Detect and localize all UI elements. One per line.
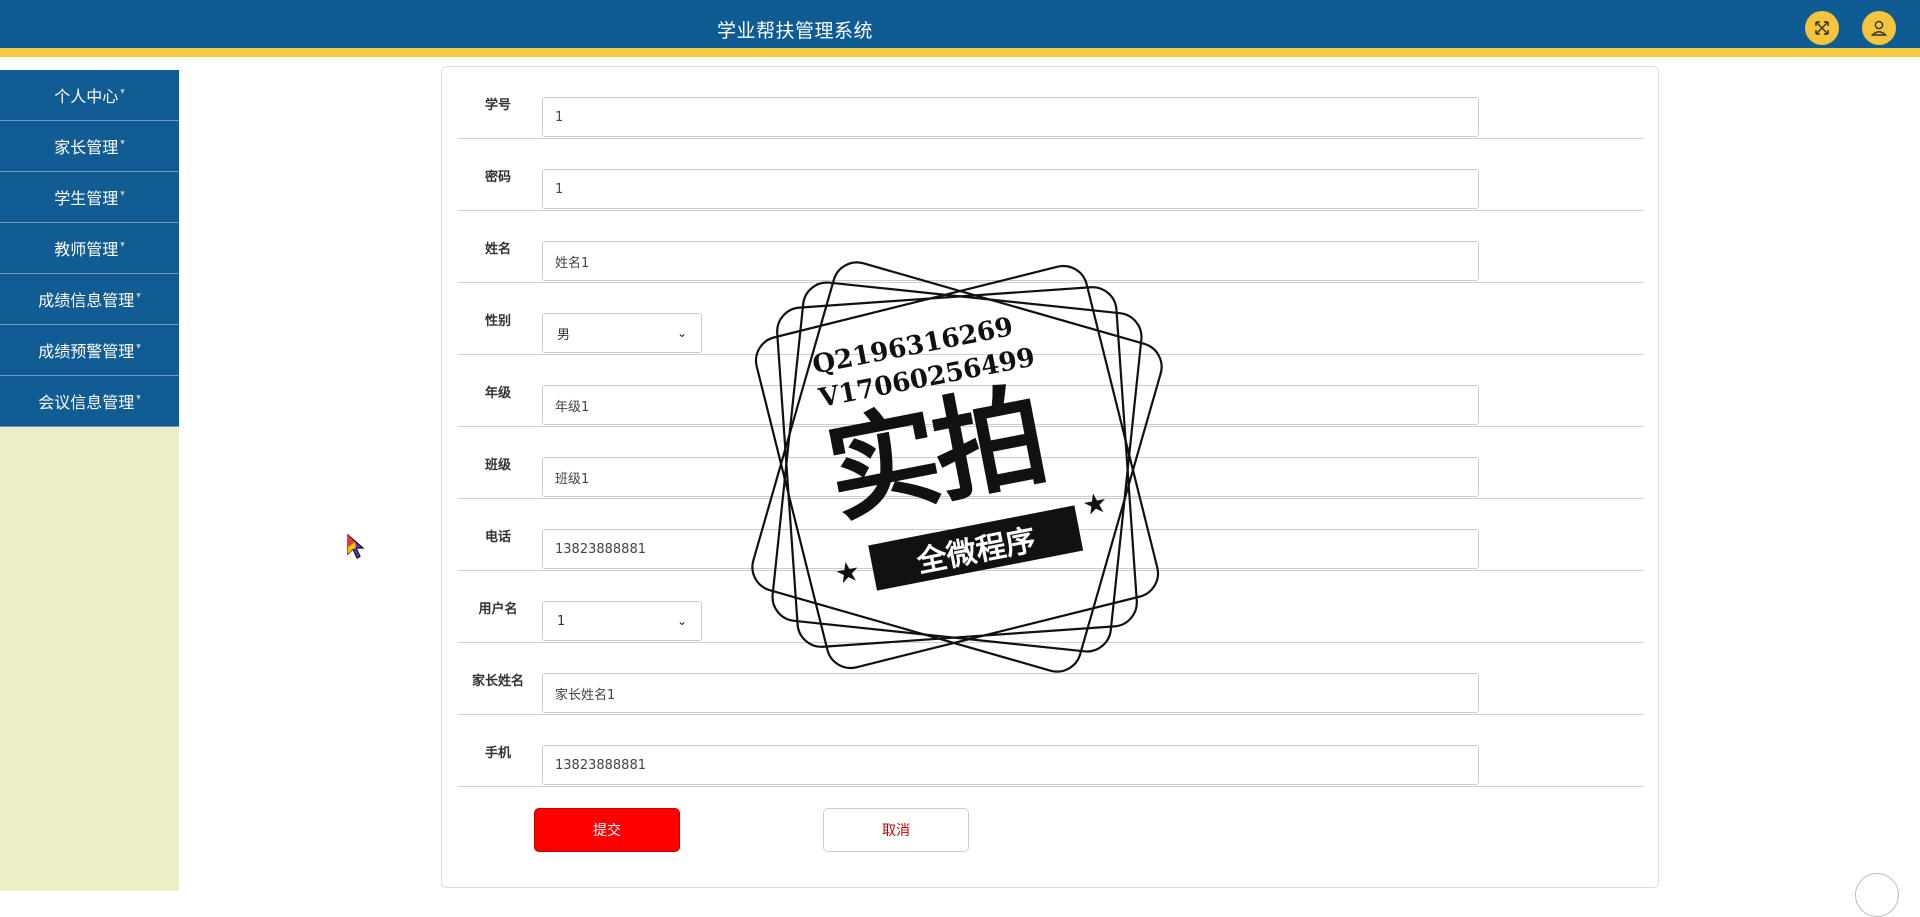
sidebar-item-meeting-info-management[interactable]: 会议信息管理 ▾ [0, 376, 179, 427]
sidebar-item-label: 家长管理 [54, 138, 119, 157]
submit-button[interactable]: 提交 [534, 808, 680, 852]
sidebar-item-label: 成绩信息管理 [38, 291, 135, 310]
mobile-input[interactable] [542, 745, 1479, 785]
form-row-username: 用户名 1 ⌄ [458, 571, 1644, 643]
sidebar-item-personal-center[interactable]: 个人中心 ▾ [0, 70, 179, 121]
sidebar-item-label: 成绩预警管理 [38, 342, 135, 361]
field-label: 年级 [484, 385, 511, 401]
scroll-to-top-button[interactable] [1855, 873, 1899, 917]
field-label: 班级 [484, 457, 511, 473]
grade-input[interactable] [542, 385, 1479, 425]
field-label: 密码 [484, 169, 511, 185]
form-row-phone: 电话 [458, 499, 1644, 571]
header-accent-line [0, 48, 1920, 57]
parent-name-input[interactable] [542, 673, 1479, 713]
form-row-parent-name: 家长姓名 [458, 643, 1644, 715]
gender-select[interactable]: 男 ⌄ [542, 313, 702, 353]
sidebar: 个人中心 ▾ 家长管理 ▾ 学生管理 ▾ 教师管理 ▾ 成绩信息管理 ▾ 成绩预警管理 ▾ … [0, 70, 179, 891]
app-title: 学业帮扶管理系统 [716, 20, 873, 42]
phone-input[interactable] [542, 529, 1479, 569]
username-select[interactable]: 1 ⌄ [542, 601, 702, 641]
chevron-down-icon: ⌄ [676, 614, 687, 628]
form-row-password: 密码 [458, 139, 1644, 211]
sidebar-item-label: 学生管理 [54, 189, 119, 208]
user-button[interactable] [1862, 11, 1896, 45]
field-label: 手机 [484, 745, 511, 761]
fullscreen-icon [1815, 21, 1829, 35]
username-select-value: 1 [557, 613, 566, 629]
chevron-down-icon: ⌄ [676, 326, 687, 340]
sidebar-item-label: 会议信息管理 [38, 393, 135, 412]
field-label: 电话 [484, 529, 511, 545]
field-label: 性别 [484, 313, 511, 329]
caret-down-icon: ▾ [136, 393, 141, 403]
field-label: 用户名 [478, 601, 518, 617]
mouse-cursor-icon [347, 534, 365, 559]
sidebar-item-grade-info-management[interactable]: 成绩信息管理 ▾ [0, 274, 179, 325]
student-id-input[interactable] [542, 97, 1479, 137]
form-row-student-id: 学号 [458, 67, 1644, 139]
form-row-gender: 性别 男 ⌄ [458, 283, 1644, 355]
password-input[interactable] [542, 169, 1479, 209]
caret-down-icon: ▾ [120, 240, 125, 250]
caret-down-icon: ▾ [120, 138, 125, 148]
form-row-class: 班级 [458, 427, 1644, 499]
sidebar-item-parent-management[interactable]: 家长管理 ▾ [0, 121, 179, 172]
form-panel: 学号 密码 姓名 性别 男 ⌄ 年级 班级 电话 用户名 1 ⌄ 家长姓名 [441, 66, 1659, 888]
sidebar-item-student-management[interactable]: 学生管理 ▾ [0, 172, 179, 223]
top-bar: 学业帮扶管理系统 [0, 0, 1920, 57]
caret-down-icon: ▾ [136, 342, 141, 352]
sidebar-item-label: 教师管理 [54, 240, 119, 259]
user-icon [1870, 20, 1888, 36]
form-row-mobile: 手机 [458, 715, 1644, 787]
gender-select-value: 男 [557, 327, 571, 343]
sidebar-item-teacher-management[interactable]: 教师管理 ▾ [0, 223, 179, 274]
class-input[interactable] [542, 457, 1479, 497]
sidebar-item-grade-warning-management[interactable]: 成绩预警管理 ▾ [0, 325, 179, 376]
caret-down-icon: ▾ [136, 291, 141, 301]
name-input[interactable] [542, 241, 1479, 281]
form-row-name: 姓名 [458, 211, 1644, 283]
cancel-button[interactable]: 取消 [823, 808, 969, 852]
form-row-grade: 年级 [458, 355, 1644, 427]
sidebar-item-label: 个人中心 [54, 87, 119, 106]
caret-down-icon: ▾ [120, 87, 125, 97]
field-label: 学号 [484, 97, 511, 113]
fullscreen-button[interactable] [1805, 11, 1839, 45]
field-label: 家长姓名 [471, 673, 524, 689]
field-label: 姓名 [484, 241, 511, 257]
caret-down-icon: ▾ [120, 189, 125, 199]
